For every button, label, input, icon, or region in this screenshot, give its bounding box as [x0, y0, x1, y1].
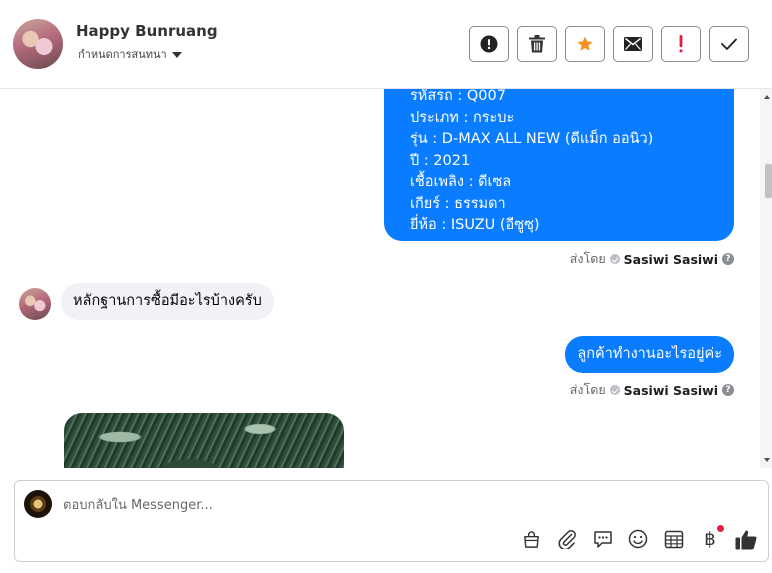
message-thread[interactable]: รหัสรถ : Q007 ประเภท : กระบะ รุ่น : D-MA…	[0, 89, 772, 468]
paperclip-icon	[558, 529, 576, 549]
incoming-message[interactable]: หลักฐานการซื้อมีอะไรบ้างครับ	[61, 283, 274, 320]
reply-input[interactable]	[63, 494, 703, 516]
appointment-icon	[664, 530, 684, 549]
help-icon[interactable]: ?	[722, 384, 734, 396]
baht-payment-icon: ฿	[704, 528, 716, 550]
appointment-button[interactable]	[663, 528, 685, 550]
check-icon	[721, 38, 737, 50]
trash-icon	[529, 35, 545, 53]
notification-dot	[717, 525, 724, 532]
vehicle-gear-line: เกียร์ : ธรรมดา	[410, 195, 506, 212]
verified-icon	[609, 254, 620, 264]
alert-circle-icon	[480, 35, 498, 53]
saved-reply-button[interactable]	[592, 528, 614, 550]
like-button[interactable]	[735, 528, 757, 550]
contact-avatar[interactable]	[13, 19, 63, 69]
vehicle-brand-line: ยี่ห้อ : ISUZU (อีซูซุ)	[410, 217, 540, 233]
chevron-down-icon	[171, 51, 182, 58]
saved-reply-icon	[594, 530, 612, 548]
sender-name: Sasiwi Sasiwi	[623, 251, 718, 267]
vehicle-fuel-line: เชื้อเพลิง : ดีเซล	[410, 174, 512, 190]
shopping-bag-icon	[523, 530, 539, 548]
star-icon	[577, 36, 593, 51]
assign-conversation-label: กำหนดการสนทนา	[78, 48, 167, 61]
vehicle-code-line: รหัสรถ : Q007	[410, 89, 506, 104]
sent-by-info: ส่งโดย Sasiwi Sasiwi ?	[570, 249, 734, 269]
sent-by-label: ส่งโดย	[569, 251, 606, 266]
vehicle-type-line: ประเภท : กระบะ	[410, 109, 515, 126]
emoji-button[interactable]	[627, 528, 649, 550]
conversation-header: Happy Bunruang กำหนดการสนทนา	[0, 0, 772, 89]
mail-icon	[624, 37, 642, 51]
emoji-icon	[628, 529, 648, 549]
help-icon[interactable]: ?	[722, 253, 734, 265]
outgoing-message[interactable]: ลูกค้าทำงานอะไรอยู่ค่ะ	[565, 336, 734, 373]
sent-by-label: ส่งโดย	[569, 382, 606, 397]
vehicle-model-line: รุ่น : D-MAX ALL NEW (ดีแม็ก ออนิว)	[410, 131, 654, 147]
star-button[interactable]	[565, 26, 605, 62]
reply-composer: ฿	[14, 480, 769, 562]
incoming-photo-attachment[interactable]	[64, 413, 344, 468]
payment-button[interactable]: ฿	[699, 525, 724, 550]
page-avatar	[24, 490, 52, 518]
scroll-up-arrow-icon[interactable]	[764, 95, 770, 99]
sent-by-info: ส่งโดย Sasiwi Sasiwi ?	[570, 380, 734, 400]
delete-button[interactable]	[517, 26, 557, 62]
verified-icon	[609, 385, 620, 395]
report-button[interactable]	[469, 26, 509, 62]
scroll-down-arrow-icon[interactable]	[764, 458, 770, 462]
done-button[interactable]	[709, 26, 749, 62]
contact-avatar-small[interactable]	[19, 288, 51, 320]
scrollbar-thumb[interactable]	[765, 164, 772, 198]
shop-button[interactable]	[520, 528, 542, 550]
spam-button[interactable]	[661, 26, 701, 62]
like-icon	[735, 530, 757, 549]
assign-conversation-dropdown[interactable]: กำหนดการสนทนา	[78, 45, 182, 63]
vehicle-year-line: ปี : 2021	[410, 152, 471, 169]
scrollbar[interactable]	[760, 89, 772, 468]
attach-button[interactable]	[556, 528, 578, 550]
sender-name: Sasiwi Sasiwi	[623, 382, 718, 398]
exclamation-icon	[679, 35, 683, 53]
mark-unread-button[interactable]	[613, 26, 653, 62]
contact-name[interactable]: Happy Bunruang	[76, 22, 218, 40]
outgoing-message-vehicle-info[interactable]: รหัสรถ : Q007 ประเภท : กระบะ รุ่น : D-MA…	[384, 89, 734, 241]
